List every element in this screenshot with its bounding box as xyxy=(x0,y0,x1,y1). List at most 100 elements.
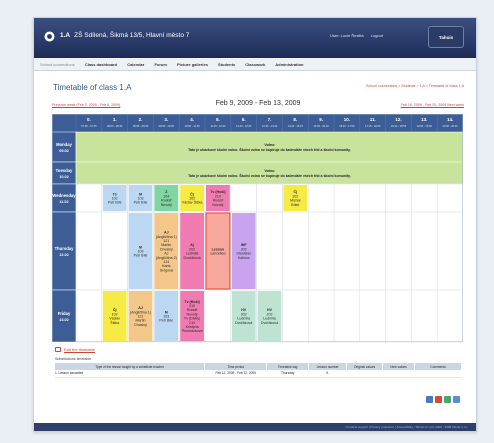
holiday-band xyxy=(75,161,463,185)
print-icon[interactable] xyxy=(426,396,433,403)
edit-timetable-link[interactable]: Edit the timetable xyxy=(55,347,95,352)
substitution-cell: 1. Lesson cancelled xyxy=(55,370,205,378)
substitutions-header: Timetable day xyxy=(266,363,310,370)
period-number: 8. xyxy=(293,117,297,122)
empty-slot xyxy=(359,289,386,343)
next-week-link[interactable]: Feb 16, 2009 - Feb 20, 2009 Next week xyxy=(401,103,464,107)
empty-slot xyxy=(75,211,103,291)
day-cell xyxy=(52,211,77,291)
lesson-text: Dvořáková xyxy=(184,256,201,260)
substitution-cell: 5. xyxy=(308,370,347,378)
empty-slot xyxy=(101,211,128,291)
previous-week-link[interactable]: Previous week (Feb 2, 2009 - Feb 6, 2009… xyxy=(52,103,120,107)
day-name: Tuesday xyxy=(56,168,73,173)
empty-slot xyxy=(204,289,232,343)
substitution-cell xyxy=(414,370,462,378)
empty-slot xyxy=(333,183,361,213)
period-number: 9. xyxy=(319,117,323,122)
top-header: 1.A ZŠ Sdílená, Šikmá 13/5, Hlavní město … xyxy=(34,18,476,58)
empty-slot xyxy=(385,289,412,343)
day-cell xyxy=(52,183,77,213)
excel-icon[interactable] xyxy=(444,396,451,403)
menu-school-connections[interactable]: School connections xyxy=(40,62,75,67)
footer[interactable]: Contacts support | Privacy protection | … xyxy=(34,423,476,431)
lesson-text: Petr Bílé xyxy=(108,201,122,205)
edit-icon xyxy=(55,347,61,352)
substitutions-header: Comments xyxy=(414,363,462,370)
day-cell xyxy=(52,161,77,185)
page-title: Timetable of class 1.A xyxy=(53,83,132,92)
empty-slot xyxy=(230,183,257,213)
period-number: 10. xyxy=(344,117,350,122)
period-time: 10:50 - 11:35 xyxy=(185,124,201,128)
empty-slot xyxy=(333,211,361,291)
empty-slot xyxy=(307,289,335,343)
mail-icon[interactable] xyxy=(453,396,460,403)
empty-slot xyxy=(282,289,309,343)
holiday-title: Volno xyxy=(264,143,275,147)
logout-link[interactable]: Logout xyxy=(371,33,383,38)
empty-slot xyxy=(282,211,309,291)
lesson-text: Bílek xyxy=(291,203,299,207)
substitution-cell xyxy=(346,370,383,378)
lesson-text: Šiška xyxy=(110,320,119,325)
period-time: 16:20 - 17:05 xyxy=(339,124,355,128)
lesson-text: Petr Bílé xyxy=(134,201,148,205)
period-number: 12. xyxy=(395,117,401,122)
day-name: Monday xyxy=(56,142,72,147)
period-time: 09:50 - 10:35 xyxy=(159,124,175,128)
substitution-row: 1. Lesson cancelled Feb 12, 2009 - Feb 12… xyxy=(55,370,462,378)
breadcrumb[interactable]: School connections > Students > 1.A > Ti… xyxy=(366,84,464,88)
empty-slot xyxy=(436,211,463,291)
lesson-text: Dvořáková xyxy=(261,321,278,325)
menu-calendar[interactable]: Calendar xyxy=(127,62,144,67)
substitutions-header: Original values xyxy=(346,363,384,370)
lesson-text: Svrgová xyxy=(160,268,173,272)
lesson-text: Dvořáková xyxy=(235,321,252,325)
pdf-icon[interactable] xyxy=(435,396,442,403)
menu-students[interactable]: Students xyxy=(218,62,235,67)
empty-slot xyxy=(411,211,438,291)
substitutions-header: Type of the lesson taught by a substitut… xyxy=(55,363,206,370)
substitutions-header: Time period xyxy=(204,363,268,370)
period-number: 1. xyxy=(113,117,117,122)
lesson-text: Petr Bílé xyxy=(134,254,148,258)
period-number: 6. xyxy=(242,117,246,122)
substitution-cell: Feb 12, 2009 - Feb 12, 2009 xyxy=(204,370,267,378)
period-number: 2. xyxy=(139,117,143,122)
substitutions-title: Substitutions timetable xyxy=(55,357,92,361)
current-user[interactable]: User: Lucie Řezlitá xyxy=(330,33,364,38)
substitution-cell: Thursday xyxy=(266,370,309,378)
menu-picture-galleries[interactable]: Picture galleries xyxy=(177,62,208,67)
user-links: User: Lucie Řezlitá Logout xyxy=(330,33,389,38)
period-time: 07:00 - 07:45 xyxy=(81,124,97,128)
holiday-text: Tato je ukázkové školní volno. Školní vo… xyxy=(188,147,351,152)
timetable-svg: 0. 07:00 - 07:45 1. 08:00 - 08:45 2. 08:55 - … xyxy=(52,114,463,343)
menu-forum[interactable]: Forum xyxy=(154,62,166,67)
lesson-text: Petr Bílé xyxy=(159,319,173,323)
empty-slot xyxy=(411,183,438,213)
main-menu: School connections Class dashboard Calen… xyxy=(34,58,476,71)
day-name: Friday xyxy=(58,311,71,316)
period-time: 20:00 - 20:45 xyxy=(442,124,458,128)
holiday-band xyxy=(75,131,463,163)
substitutions-header: New values xyxy=(382,363,415,370)
empty-slot xyxy=(436,289,463,343)
menu-classwork[interactable]: Classwork xyxy=(245,62,265,67)
menu-class-dashboard[interactable]: Class dashboard xyxy=(85,62,117,67)
timetable-grid: 0. 07:00 - 07:45 1. 08:00 - 08:45 2. 08:55 - … xyxy=(52,114,463,343)
period-time: 18:10 - 18:55 xyxy=(391,124,407,128)
lesson-text: Václav Šiška xyxy=(182,200,203,205)
empty-slot xyxy=(359,183,386,213)
period-time: 13:35 - 14:20 xyxy=(262,124,278,128)
lesson-text: Novotý xyxy=(161,203,172,207)
period-number: 7. xyxy=(268,117,272,122)
day-name: Thursday xyxy=(55,246,75,251)
menu-administration[interactable]: Administration xyxy=(275,62,303,67)
week-navigation: Feb 9, 2009 - Feb 13, 2009 Previous week… xyxy=(52,100,464,112)
period-time: 08:55 - 09:40 xyxy=(133,124,149,128)
brand-logo[interactable]: Tahuis xyxy=(428,26,464,48)
empty-slot xyxy=(385,211,412,291)
lesson-text: Chvalný xyxy=(134,323,147,327)
export-tools xyxy=(424,390,460,408)
